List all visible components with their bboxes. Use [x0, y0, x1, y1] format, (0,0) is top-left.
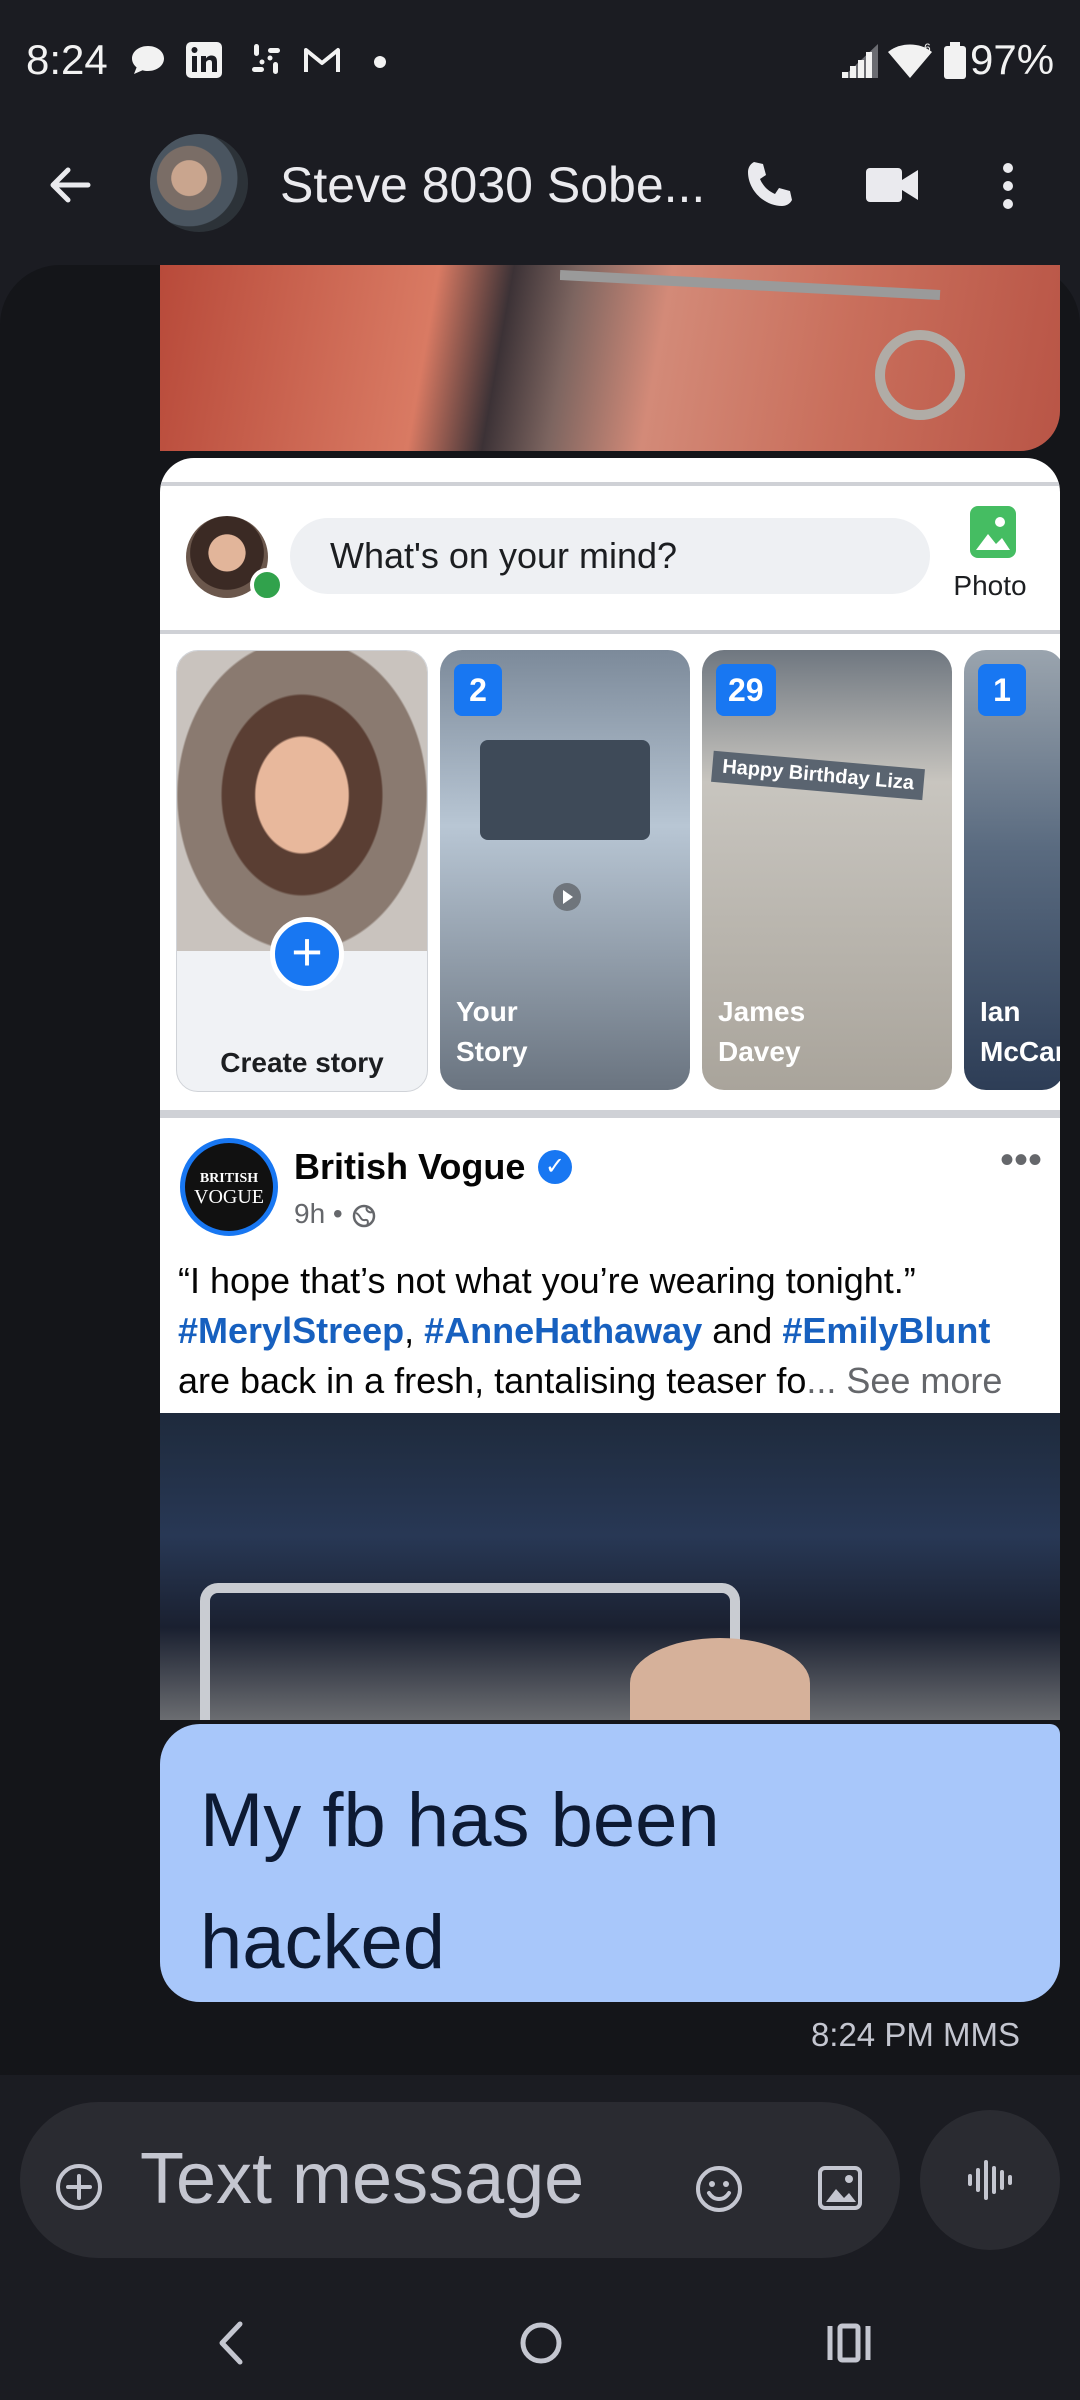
story-ian: 1 Ian McCar [964, 650, 1060, 1090]
waveform-icon [968, 2160, 1012, 2200]
chat-bubble-icon [132, 46, 164, 74]
add-attachment-icon[interactable] [54, 2162, 104, 2212]
fb-divider [160, 1110, 1060, 1118]
more-options-icon: ••• [1000, 1138, 1043, 1182]
plus-icon: + [270, 917, 344, 991]
post-body-text: are back in a fresh, tantalising teaser … [178, 1360, 807, 1401]
voice-message-button[interactable] [920, 2110, 1060, 2250]
status-bar: 8:24 6 97% [0, 0, 1080, 120]
story-overlay-text: Happy Birthday Liza [711, 750, 926, 801]
nav-home-icon[interactable] [518, 2320, 564, 2366]
contact-avatar[interactable] [150, 134, 248, 232]
signal-icon [842, 44, 878, 78]
post-quote: “I hope that’s not what you’re wearing t… [178, 1260, 916, 1301]
sent-message-text: My fb has been hacked [200, 1760, 720, 2004]
dot-icon [374, 56, 386, 68]
photo-icon [970, 506, 1016, 558]
status-time: 8:24 [26, 36, 108, 83]
svg-text:6: 6 [924, 41, 931, 55]
story-label: Create story [220, 1047, 384, 1078]
post-time: 9h • [294, 1198, 377, 1230]
post-text: “I hope that’s not what you’re wearing t… [178, 1256, 1048, 1406]
story-count-badge: 29 [716, 664, 776, 716]
facebook-screenshot-attachment[interactable]: What's on your mind? Photo + Create stor… [160, 458, 1060, 1720]
play-icon [553, 883, 581, 911]
story-label: Ian McCar [980, 996, 1060, 1067]
post-time-text: 9h • [294, 1198, 343, 1229]
story-create: + Create story [176, 650, 428, 1092]
story-your-story: 2 Your Story [440, 650, 690, 1090]
story-thumbnail [480, 740, 650, 840]
story-label: James Davey [718, 996, 806, 1067]
fb-divider [160, 482, 1060, 486]
more-vert-icon[interactable] [996, 160, 1020, 212]
post-photo [160, 1413, 1060, 1720]
image-attachment-top[interactable] [160, 265, 1060, 451]
message-line: hacked [200, 1900, 446, 1985]
pliers-tool-image [560, 270, 965, 420]
gmail-icon [304, 48, 340, 72]
fb-status-composer: What's on your mind? [290, 518, 930, 594]
fb-divider [160, 630, 1060, 634]
online-indicator [250, 568, 284, 602]
story-label: Your Story [456, 996, 528, 1067]
person-head-image [630, 1638, 810, 1720]
back-arrow-icon[interactable] [44, 160, 94, 210]
emoji-icon[interactable] [694, 2164, 744, 2214]
logo-text: BRITISH [199, 1171, 259, 1186]
story-create-photo [177, 651, 427, 951]
separator: and [702, 1310, 783, 1351]
nav-back-icon[interactable] [212, 2318, 248, 2368]
story-count-badge: 2 [454, 664, 502, 716]
battery-percent: 97% [970, 36, 1055, 83]
see-more-link: ... See more [806, 1360, 1003, 1401]
separator: , [404, 1310, 415, 1351]
battery-icon [944, 42, 966, 79]
globe-icon [352, 1204, 375, 1227]
slack-icon [252, 44, 280, 74]
logo-text: VOGUE [194, 1186, 264, 1208]
video-call-icon[interactable] [864, 164, 920, 206]
message-line: My fb has been [200, 1778, 720, 1863]
nav-recents-icon[interactable] [826, 2320, 872, 2366]
phone-icon[interactable] [742, 158, 796, 212]
hashtag: #AnneHathaway [424, 1310, 703, 1351]
hashtag: #EmilyBlunt [782, 1310, 991, 1351]
post-body: are back in a fresh, tantalising teaser … [178, 1356, 1048, 1406]
contact-name[interactable]: Steve 8030 Sobe... [280, 156, 705, 214]
british-vogue-logo: BRITISH VOGUE [180, 1138, 278, 1236]
page-name: British Vogue [294, 1146, 526, 1187]
text-message-input[interactable]: Text message [140, 2138, 584, 2220]
wifi-icon: 6 [888, 41, 932, 78]
story-james-davey: 29 Happy Birthday Liza James Davey [702, 650, 952, 1090]
hashtag: #MerylStreep [178, 1310, 405, 1351]
story-count-badge: 1 [978, 664, 1026, 716]
post-hashtags: #MerylStreep, #AnneHathaway and #EmilyBl… [178, 1306, 1048, 1356]
gallery-icon[interactable] [816, 2164, 864, 2212]
message-timestamp: 8:24 PM MMS [810, 2016, 1020, 2053]
verified-badge-icon: ✓ [538, 1150, 572, 1184]
linkedin-icon [186, 42, 222, 78]
photo-label: Photo [953, 570, 1027, 601]
